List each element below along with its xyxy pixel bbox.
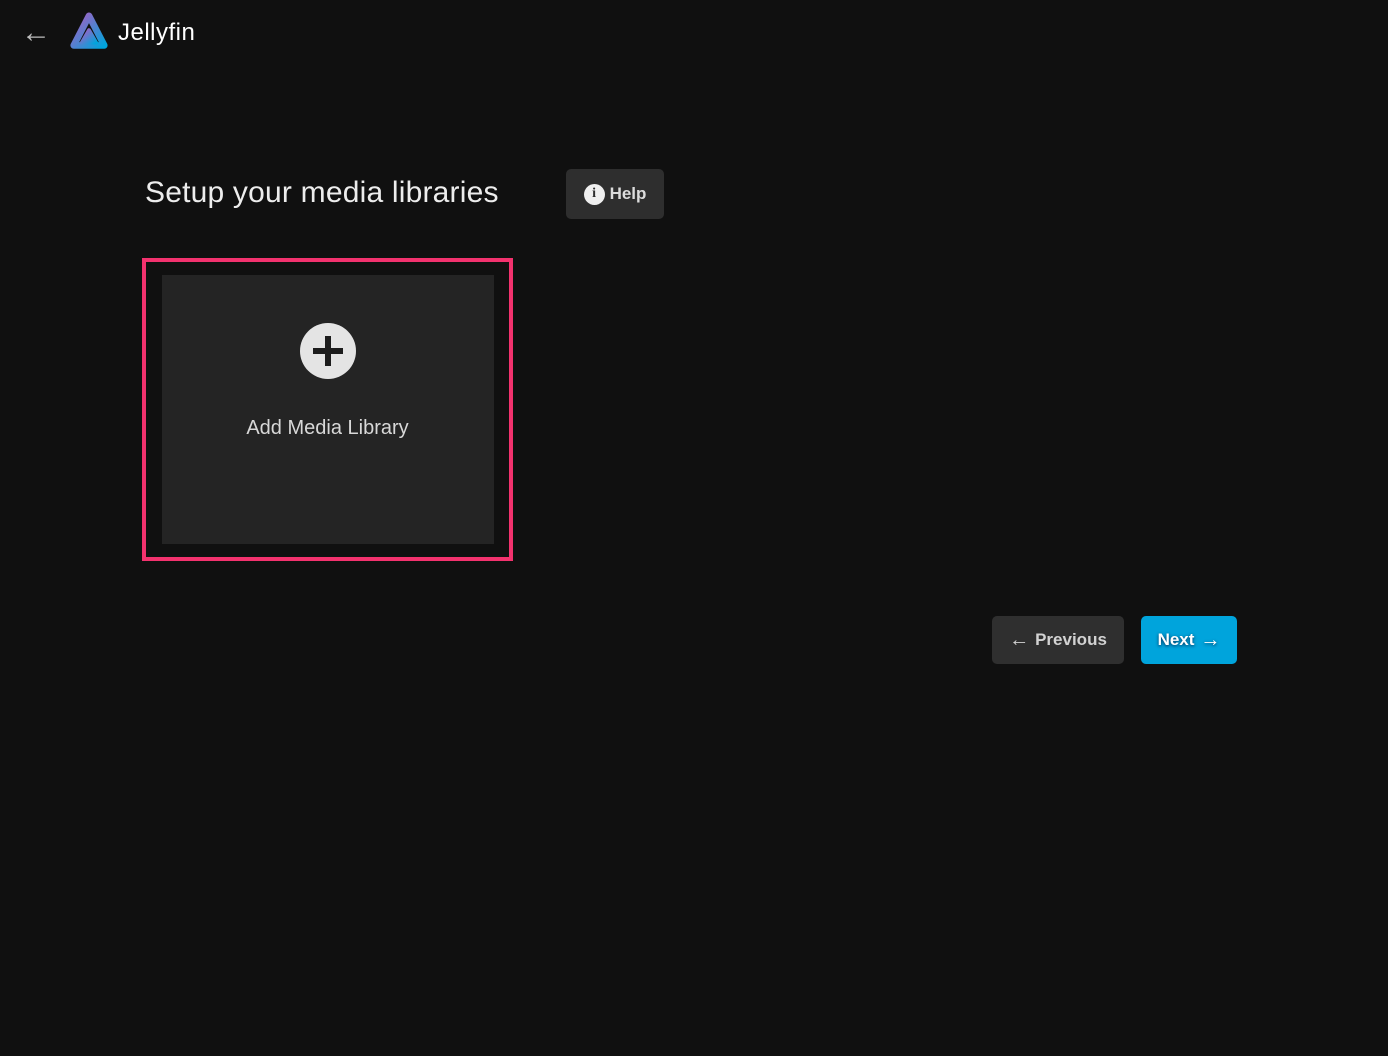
page-title: Setup your media libraries xyxy=(145,176,499,210)
brand: Jellyfin xyxy=(68,10,195,56)
help-button[interactable]: i Help xyxy=(566,169,664,219)
plus-icon xyxy=(300,323,356,379)
app-header: ← Jellyfin xyxy=(0,0,1388,66)
arrow-right-icon: → xyxy=(1200,629,1220,652)
previous-button[interactable]: ← Previous xyxy=(992,616,1124,664)
previous-label: Previous xyxy=(1035,630,1107,650)
info-icon: i xyxy=(584,184,605,205)
help-label: Help xyxy=(610,184,647,204)
app-title: Jellyfin xyxy=(118,19,195,47)
highlight-outline: Add Media Library xyxy=(142,258,513,561)
arrow-left-icon: ← xyxy=(21,18,51,48)
back-button[interactable]: ← xyxy=(14,11,58,55)
jellyfin-logo-icon xyxy=(68,10,110,56)
next-label: Next xyxy=(1158,630,1195,650)
next-button[interactable]: Next → xyxy=(1141,616,1237,664)
jellyfin-setup-screen: ← Jellyfin Setup your media libraries xyxy=(0,0,1388,1056)
add-media-library-label: Add Media Library xyxy=(246,417,408,440)
arrow-left-icon: ← xyxy=(1009,629,1029,652)
add-media-library-card[interactable]: Add Media Library xyxy=(162,275,494,544)
